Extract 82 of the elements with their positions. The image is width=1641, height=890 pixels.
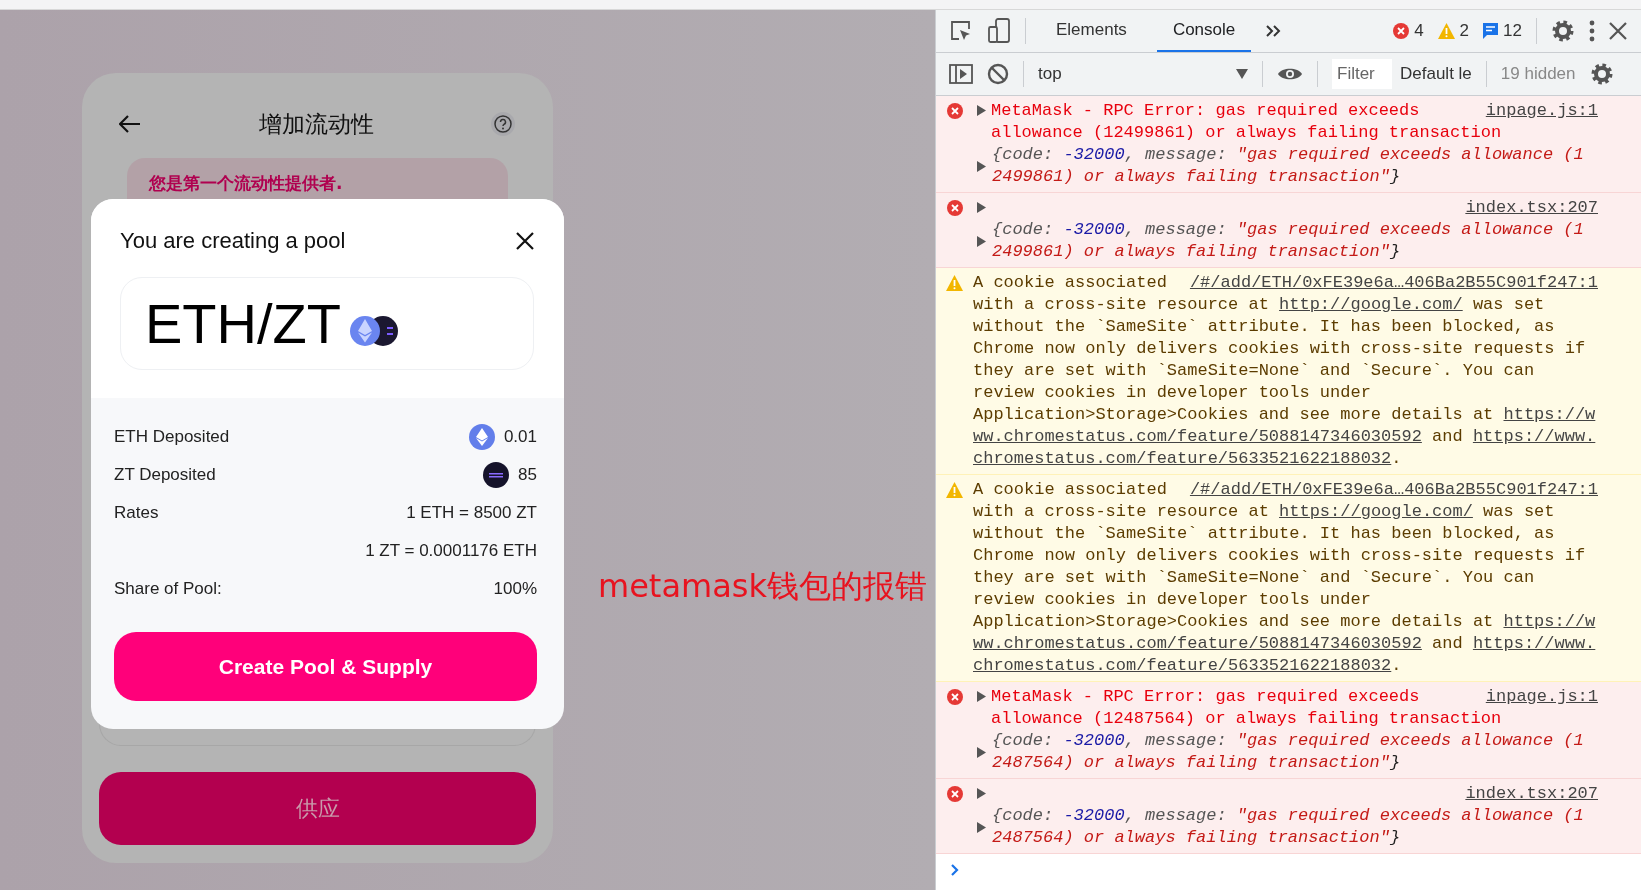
- link[interactable]: https://www.: [1472, 427, 1596, 446]
- settings-icon[interactable]: [1589, 62, 1614, 86]
- detail-value: 100%: [493, 579, 537, 599]
- detail-value: 1 ETH = 8500 ZT: [406, 503, 537, 523]
- context-dropdown[interactable]: top: [1038, 64, 1248, 84]
- object-preview: {code: -32000, message: "gas required exceeds allowance (12499861) or always failing transaction"}: [992, 144, 1585, 188]
- more-tabs-icon[interactable]: [1265, 24, 1282, 38]
- close-icon[interactable]: [1609, 22, 1627, 40]
- notice-text: 您是第一个流动性提供者.: [149, 173, 343, 193]
- eye-icon[interactable]: [1277, 66, 1303, 82]
- clear-console-icon[interactable]: [987, 63, 1009, 85]
- link[interactable]: https://google.com/: [1279, 502, 1473, 521]
- create-pool-button[interactable]: Create Pool & Supply: [114, 632, 537, 701]
- settings-icon[interactable]: [1551, 19, 1575, 43]
- warning-icon: [1437, 23, 1455, 39]
- link[interactable]: https://w: [1503, 612, 1596, 631]
- expand-triangle-icon[interactable]: [977, 691, 986, 702]
- detail-label: Rates: [114, 502, 159, 524]
- link[interactable]: ww.chromestatus.com/feature/5088147346030592: [973, 634, 1422, 653]
- source-link[interactable]: inpage.js:1: [1485, 100, 1598, 122]
- message-icon: [1483, 23, 1499, 39]
- levels-dropdown[interactable]: Default le: [1400, 64, 1472, 84]
- object-preview: {code: -32000, message: "gas required exceeds allowance (12487564) or always failing transaction"}: [992, 730, 1585, 774]
- source-link[interactable]: index.tsx:207: [1465, 783, 1598, 805]
- message-count: 12: [1503, 21, 1522, 41]
- link[interactable]: http://google.com/: [1279, 295, 1463, 314]
- console-message: MetaMask - RPC Error: gas required exceeds inpage.js:1 allowance (12499861) or always failing transaction: [991, 100, 1598, 144]
- error-icon: [946, 103, 963, 119]
- source-link[interactable]: inpage.js:1: [1485, 686, 1598, 708]
- error-icon: [946, 689, 963, 705]
- device-icon[interactable]: [987, 18, 1011, 44]
- warning-icon: [946, 275, 963, 291]
- expand-triangle-icon[interactable]: [977, 235, 986, 247]
- link[interactable]: https://www.: [1472, 634, 1596, 653]
- source-link[interactable]: index.tsx:207: [1465, 197, 1598, 219]
- back-arrow-icon[interactable]: [119, 115, 141, 133]
- prompt-icon[interactable]: [950, 863, 960, 877]
- detail-value: 85: [518, 465, 537, 485]
- object-preview: {code: -32000, message: "gas required exceeds allowance (12487564) or always failing transaction"}: [992, 805, 1585, 849]
- source-link[interactable]: /#/add/ETH/0xFE39e6a…406Ba2B55C901f247:1: [1189, 272, 1598, 294]
- detail-label: Share of Pool:: [114, 578, 222, 600]
- page-title: 增加流动性: [258, 109, 374, 139]
- console-message: A cookie associated /#/add/ETH/0xFE39e6a…406Ba2B55C901f247:1 with a cross-site resource at http://google.com/ was set without the `SameSite` attribute. It has been blocked, as Chrome now only delivers cookies with cross-site requests if they are set with `SameSite=None` and `Secure`. You can review cookies in developer tools under Application>Storage>Cookies and see more details at https://w ww.chromestatus.com/feature/5088147346030592 and https://www. chromestatus.com/feature/5633521622188032.: [973, 272, 1598, 470]
- pair-name: ETH/ZT: [145, 291, 341, 356]
- filter-field[interactable]: Filter: [1332, 59, 1392, 89]
- link[interactable]: chromestatus.com/feature/5633521622188032: [973, 449, 1392, 468]
- close-icon[interactable]: [516, 232, 534, 250]
- link[interactable]: ww.chromestatus.com/feature/5088147346030592: [973, 427, 1422, 446]
- expand-triangle-icon[interactable]: [977, 788, 986, 799]
- token-icon: [483, 462, 510, 488]
- link[interactable]: chromestatus.com/feature/5633521622188032: [973, 656, 1392, 675]
- console-message: A cookie associated /#/add/ETH/0xFE39e6a…406Ba2B55C901f247:1 with a cross-site resource at https://google.com/ was set without the `SameSite` attribute. It has been blocked, as Chrome now only delivers cookies with cross-site requests if they are set with `SameSite=None` and `Secure`. You can review cookies in developer tools under Application>Storage>Cookies and see more details at https://w ww.chromestatus.com/feature/5088147346030592 and https://www. chromestatus.com/feature/5633521622188032.: [973, 479, 1598, 677]
- error-icon: [946, 786, 963, 802]
- warning-count: 2: [1459, 21, 1470, 41]
- error-count: 4: [1414, 21, 1424, 41]
- warning-icon: [946, 482, 963, 498]
- error-icon: [946, 200, 963, 216]
- sidebar-toggle-icon[interactable]: [949, 64, 973, 84]
- more-menu-icon[interactable]: [1589, 20, 1595, 42]
- source-link[interactable]: /#/add/ETH/0xFE39e6a…406Ba2B55C901f247:1: [1189, 479, 1598, 501]
- devtools-tab[interactable]: Elements: [1040, 10, 1143, 52]
- detail-value: 0.01: [503, 427, 537, 447]
- expand-triangle-icon[interactable]: [977, 105, 986, 116]
- error-icon: [1393, 23, 1410, 39]
- expand-triangle-icon[interactable]: [977, 202, 986, 213]
- help-icon[interactable]: [491, 112, 515, 136]
- token-pair-icon: [349, 314, 399, 347]
- expand-triangle-icon[interactable]: [977, 821, 986, 833]
- detail-label: ZT Deposited: [114, 464, 216, 486]
- hidden-count: 19 hidden: [1500, 64, 1576, 84]
- detail-value: 1 ZT = 0.0001176 ETH: [365, 541, 537, 561]
- console-message: MetaMask - RPC Error: gas required exceeds inpage.js:1 allowance (12487564) or always failing transaction: [991, 686, 1598, 730]
- object-preview: {code: -32000, message: "gas required exceeds allowance (12499861) or always failing transaction"}: [992, 219, 1585, 263]
- expand-triangle-icon[interactable]: [977, 746, 986, 758]
- expand-triangle-icon[interactable]: [977, 160, 986, 172]
- modal-title: You are creating a pool: [120, 228, 346, 254]
- detail-label: ETH Deposited: [114, 426, 230, 448]
- caret-icon: [1236, 69, 1248, 79]
- inspect-icon[interactable]: [949, 19, 973, 43]
- annotation-text: metamask钱包的报错: [598, 566, 927, 607]
- link[interactable]: https://w: [1503, 405, 1596, 424]
- eth-token-icon: [468, 424, 495, 450]
